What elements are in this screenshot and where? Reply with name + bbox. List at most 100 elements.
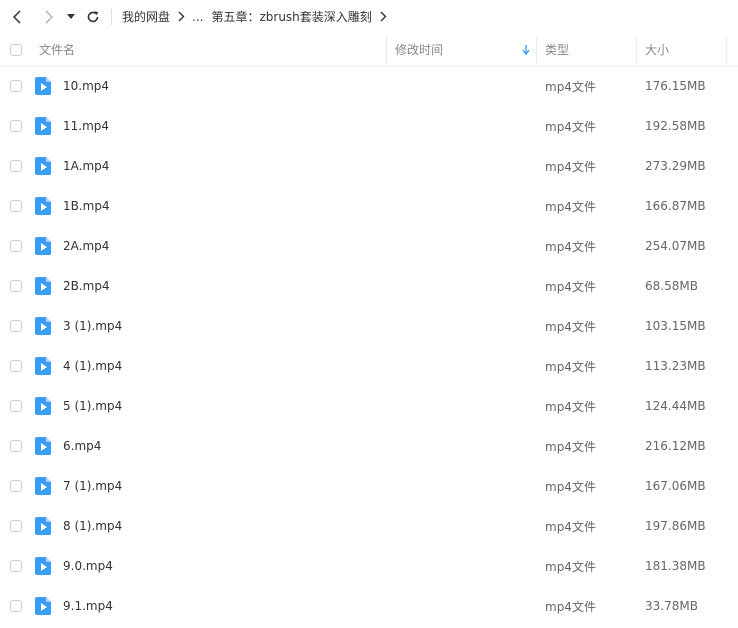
file-size: 167.06MB: [645, 479, 706, 493]
column-header-type[interactable]: 类型: [545, 33, 569, 66]
file-name[interactable]: 7 (1).mp4: [63, 466, 122, 506]
video-file-icon: [35, 557, 51, 575]
video-file-icon: [35, 277, 51, 295]
back-button[interactable]: [5, 5, 29, 29]
file-name[interactable]: 5 (1).mp4: [63, 386, 122, 426]
breadcrumb-ellipsis[interactable]: ...: [192, 10, 203, 24]
file-type: mp4文件: [545, 199, 596, 214]
file-row[interactable]: 8 (1).mp4 mp4文件 197.86MB: [0, 506, 738, 546]
row-checkbox[interactable]: [10, 200, 22, 212]
file-row[interactable]: 6.mp4 mp4文件 216.12MB: [0, 426, 738, 466]
video-file-icon: [35, 517, 51, 535]
video-file-icon: [35, 317, 51, 335]
file-row[interactable]: 2B.mp4 mp4文件 68.58MB: [0, 266, 738, 306]
file-name[interactable]: 4 (1).mp4: [63, 346, 122, 386]
column-header-modified-label: 修改时间: [395, 43, 444, 57]
row-checkbox[interactable]: [10, 480, 22, 492]
file-name[interactable]: 8 (1).mp4: [63, 506, 122, 546]
row-checkbox[interactable]: [10, 600, 22, 612]
file-size: 273.29MB: [645, 159, 706, 173]
file-name[interactable]: 2B.mp4: [63, 266, 110, 306]
row-checkbox[interactable]: [10, 400, 22, 412]
toolbar: 我的网盘 ... 第五章：zbrush套装深入雕刻: [0, 0, 738, 33]
file-row[interactable]: 7 (1).mp4 mp4文件 167.06MB: [0, 466, 738, 506]
file-name[interactable]: 2A.mp4: [63, 226, 109, 266]
file-size: 113.23MB: [645, 359, 706, 373]
file-name[interactable]: 9.1.mp4: [63, 586, 113, 626]
row-checkbox[interactable]: [10, 560, 22, 572]
file-size: 166.87MB: [645, 199, 706, 213]
file-list-header: 文件名 修改时间 类型 大小: [0, 33, 738, 67]
column-divider[interactable]: [636, 36, 637, 65]
file-name[interactable]: 3 (1).mp4: [63, 306, 122, 346]
video-file-icon: [35, 597, 51, 615]
file-size: 181.38MB: [645, 559, 706, 573]
breadcrumb-root[interactable]: 我的网盘: [122, 8, 170, 25]
file-size: 192.58MB: [645, 119, 706, 133]
file-row[interactable]: 3 (1).mp4 mp4文件 103.15MB: [0, 306, 738, 346]
file-row[interactable]: 4 (1).mp4 mp4文件 113.23MB: [0, 346, 738, 386]
video-file-icon: [35, 157, 51, 175]
breadcrumb-current[interactable]: 第五章：zbrush套装深入雕刻: [211, 8, 371, 25]
column-header-size-label: 大小: [645, 43, 670, 57]
file-name[interactable]: 9.0.mp4: [63, 546, 113, 586]
row-checkbox[interactable]: [10, 120, 22, 132]
file-type: mp4文件: [545, 119, 596, 134]
column-header-modified[interactable]: 修改时间: [395, 33, 535, 66]
caret-down-icon: [67, 13, 75, 19]
chevron-right-icon: [45, 9, 54, 24]
file-row[interactable]: 9.0.mp4 mp4文件 181.38MB: [0, 546, 738, 586]
history-dropdown-button[interactable]: [63, 5, 79, 29]
file-type: mp4文件: [545, 439, 596, 454]
chevron-left-icon: [12, 9, 21, 24]
video-file-icon: [35, 237, 51, 255]
file-size: 68.58MB: [645, 279, 698, 293]
file-row[interactable]: 9.1.mp4 mp4文件 33.78MB: [0, 586, 738, 626]
row-checkbox[interactable]: [10, 320, 22, 332]
file-size: 103.15MB: [645, 319, 706, 333]
file-type: mp4文件: [545, 279, 596, 294]
file-row[interactable]: 11.mp4 mp4文件 192.58MB: [0, 106, 738, 146]
file-type: mp4文件: [545, 359, 596, 374]
file-size: 33.78MB: [645, 599, 698, 613]
file-type: mp4文件: [545, 519, 596, 534]
row-checkbox[interactable]: [10, 240, 22, 252]
file-name[interactable]: 1A.mp4: [63, 146, 109, 186]
column-header-size[interactable]: 大小: [645, 33, 669, 66]
file-name[interactable]: 11.mp4: [63, 106, 109, 146]
column-header-name[interactable]: 文件名: [39, 33, 75, 66]
file-row[interactable]: 10.mp4 mp4文件 176.15MB: [0, 66, 738, 106]
sort-arrow-down-icon: [522, 45, 530, 55]
file-row[interactable]: 2A.mp4 mp4文件 254.07MB: [0, 226, 738, 266]
column-divider[interactable]: [726, 36, 727, 65]
file-type: mp4文件: [545, 239, 596, 254]
column-divider[interactable]: [536, 36, 537, 65]
column-divider[interactable]: [386, 36, 387, 65]
file-type: mp4文件: [545, 319, 596, 334]
file-size: 254.07MB: [645, 239, 706, 253]
file-row[interactable]: 1A.mp4 mp4文件 273.29MB: [0, 146, 738, 186]
video-file-icon: [35, 77, 51, 95]
video-file-icon: [35, 437, 51, 455]
file-type: mp4文件: [545, 399, 596, 414]
select-all-checkbox[interactable]: [10, 44, 22, 56]
file-size: 197.86MB: [645, 519, 706, 533]
forward-button[interactable]: [37, 5, 61, 29]
video-file-icon: [35, 477, 51, 495]
row-checkbox[interactable]: [10, 160, 22, 172]
file-name[interactable]: 10.mp4: [63, 66, 109, 106]
row-checkbox[interactable]: [10, 80, 22, 92]
video-file-icon: [35, 397, 51, 415]
row-checkbox[interactable]: [10, 440, 22, 452]
refresh-button[interactable]: [81, 5, 105, 29]
breadcrumb-arrow-icon: [178, 11, 185, 22]
row-checkbox[interactable]: [10, 520, 22, 532]
file-row[interactable]: 1B.mp4 mp4文件 166.87MB: [0, 186, 738, 226]
file-row[interactable]: 5 (1).mp4 mp4文件 124.44MB: [0, 386, 738, 426]
row-checkbox[interactable]: [10, 280, 22, 292]
row-checkbox[interactable]: [10, 360, 22, 372]
video-file-icon: [35, 117, 51, 135]
file-name[interactable]: 6.mp4: [63, 426, 101, 466]
refresh-icon: [87, 10, 99, 22]
file-name[interactable]: 1B.mp4: [63, 186, 110, 226]
